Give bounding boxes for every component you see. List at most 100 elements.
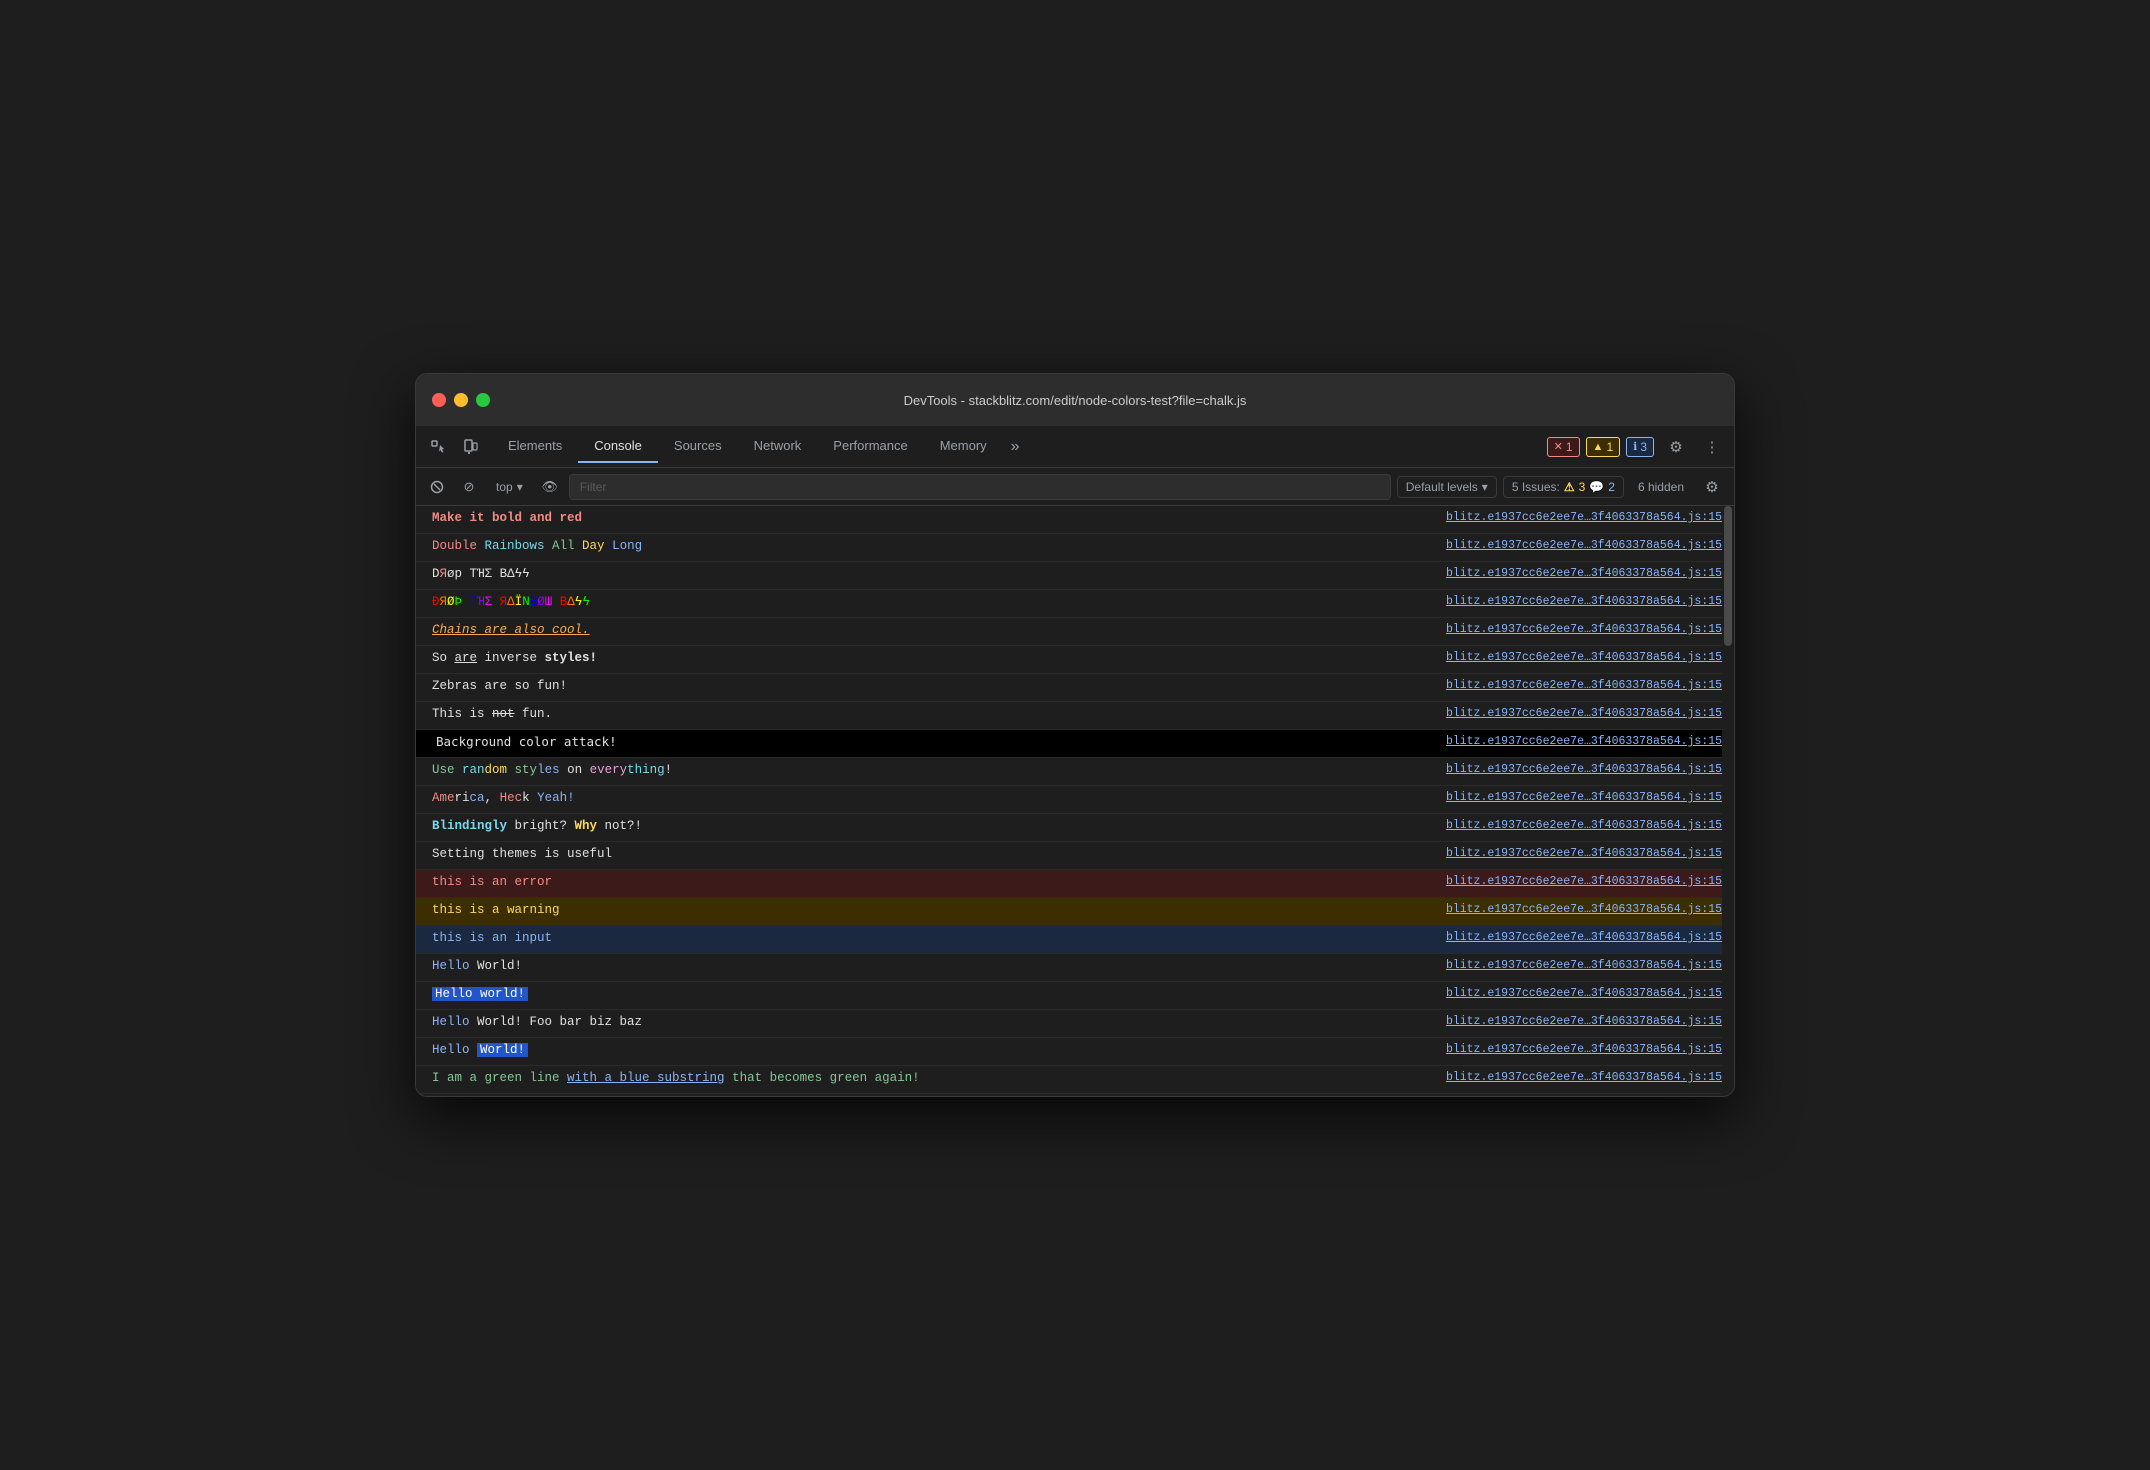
levels-label: Default levels [1406, 480, 1478, 494]
log-message: Hello World! Foo bar biz baz [432, 1013, 1430, 1032]
log-row: Hello world! blitz.e1937cc6e2ee7e…3f4063… [416, 982, 1734, 1010]
error-badge[interactable]: ✕ 1 [1547, 437, 1580, 457]
log-message: Zebras are so fun! [432, 677, 1430, 696]
log-source[interactable]: blitz.e1937cc6e2ee7e…3f4063378a564.js:15 [1446, 929, 1722, 946]
log-source[interactable]: blitz.e1937cc6e2ee7e…3f4063378a564.js:15 [1446, 509, 1722, 526]
log-row: blitz.e1937cc6e2ee7e…3f4063378a564.js:15 [416, 1094, 1734, 1096]
context-selector[interactable]: top ▾ [488, 477, 531, 497]
more-options-button[interactable]: ⋮ [1698, 433, 1726, 461]
log-source[interactable]: blitz.e1937cc6e2ee7e…3f4063378a564.js:15 [1446, 621, 1722, 638]
console-output[interactable]: Make it bold and red blitz.e1937cc6e2ee7… [416, 506, 1734, 1096]
traffic-lights [432, 393, 490, 407]
tab-icon-group [424, 433, 484, 461]
log-source[interactable]: blitz.e1937cc6e2ee7e…3f4063378a564.js:15 [1446, 565, 1722, 582]
tab-console[interactable]: Console [578, 430, 658, 463]
log-source[interactable]: blitz.e1937cc6e2ee7e…3f4063378a564.js:15 [1446, 1013, 1722, 1030]
tab-right-group: ✕ 1 ▲ 1 ℹ 3 ⚙ ⋮ [1547, 433, 1726, 461]
log-row: I am a green line with a blue substring … [416, 1066, 1734, 1094]
log-source[interactable]: blitz.e1937cc6e2ee7e…3f4063378a564.js:15 [1446, 733, 1722, 750]
log-source[interactable]: blitz.e1937cc6e2ee7e…3f4063378a564.js:15 [1446, 845, 1722, 862]
log-message: this is an error [432, 873, 1430, 892]
window-title: DevTools - stackblitz.com/edit/node-colo… [904, 393, 1247, 408]
log-message: I am a green line with a blue substring … [432, 1069, 1430, 1088]
log-source[interactable]: blitz.e1937cc6e2ee7e…3f4063378a564.js:15 [1446, 705, 1722, 722]
warning-badge[interactable]: ▲ 1 [1586, 437, 1621, 457]
log-source[interactable]: blitz.e1937cc6e2ee7e…3f4063378a564.js:15 [1446, 537, 1722, 554]
log-message: this is an input [432, 929, 1430, 948]
clear-console-button[interactable] [424, 474, 450, 500]
issues-info-icon: 💬 [1589, 480, 1604, 494]
log-message: America, Heck Yeah! [432, 789, 1430, 808]
log-message: Background color attack! [432, 733, 1430, 753]
log-source[interactable]: blitz.e1937cc6e2ee7e…3f4063378a564.js:15 [1446, 761, 1722, 778]
close-button[interactable] [432, 393, 446, 407]
tab-network[interactable]: Network [738, 430, 818, 463]
log-source[interactable]: blitz.e1937cc6e2ee7e…3f4063378a564.js:15 [1446, 789, 1722, 806]
levels-chevron: ▾ [1482, 480, 1488, 494]
tab-elements[interactable]: Elements [492, 430, 578, 463]
log-source[interactable]: blitz.e1937cc6e2ee7e…3f4063378a564.js:15 [1446, 985, 1722, 1002]
log-message: Hello World! [432, 1041, 1430, 1060]
maximize-button[interactable] [476, 393, 490, 407]
context-chevron: ▾ [517, 480, 523, 494]
inspect-element-button[interactable] [424, 433, 452, 461]
log-row: DЯøp ΤΉΣ ВΔϟϟ blitz.e1937cc6e2ee7e…3f406… [416, 562, 1734, 590]
eye-button[interactable]: 👁 [537, 474, 563, 500]
title-bar: DevTools - stackblitz.com/edit/node-colo… [416, 374, 1734, 426]
log-row: America, Heck Yeah! blitz.e1937cc6e2ee7e… [416, 786, 1734, 814]
devtools-tab-bar: Elements Console Sources Network Perform… [416, 426, 1734, 468]
context-label: top [496, 480, 513, 494]
log-row: Blindingly bright? Why not?! blitz.e1937… [416, 814, 1734, 842]
scrollbar-track [1722, 506, 1734, 1096]
log-source[interactable]: blitz.e1937cc6e2ee7e…3f4063378a564.js:15 [1446, 1041, 1722, 1058]
log-source[interactable]: blitz.e1937cc6e2ee7e…3f4063378a564.js:15 [1446, 677, 1722, 694]
more-tabs-button[interactable]: » [1003, 434, 1028, 460]
error-count: 1 [1566, 440, 1573, 454]
log-row: Hello World! blitz.e1937cc6e2ee7e…3f4063… [416, 1038, 1734, 1066]
log-source[interactable]: blitz.e1937cc6e2ee7e…3f4063378a564.js:15 [1446, 901, 1722, 918]
log-row: Make it bold and red blitz.e1937cc6e2ee7… [416, 506, 1734, 534]
log-message: This is not fun. [432, 705, 1430, 724]
log-message: Double Rainbows All Day Long [432, 537, 1430, 556]
issues-badge[interactable]: 5 Issues: ⚠ 3 💬 2 [1503, 476, 1624, 498]
tab-performance[interactable]: Performance [817, 430, 923, 463]
log-source[interactable]: blitz.e1937cc6e2ee7e…3f4063378a564.js:15 [1446, 649, 1722, 666]
log-source[interactable]: blitz.e1937cc6e2ee7e…3f4063378a564.js:15 [1446, 817, 1722, 834]
info-badge[interactable]: ℹ 3 [1626, 437, 1654, 457]
minimize-button[interactable] [454, 393, 468, 407]
log-row: ÐЯØÞ ΤΉΣ ЯΔÏΝΒØШ ВΔϟϟ blitz.e1937cc6e2ee… [416, 590, 1734, 618]
log-source[interactable]: blitz.e1937cc6e2ee7e…3f4063378a564.js:15 [1446, 957, 1722, 974]
devtools-window: DevTools - stackblitz.com/edit/node-colo… [415, 373, 1735, 1097]
log-row: Use random styles on everything! blitz.e… [416, 758, 1734, 786]
log-message: ÐЯØÞ ΤΉΣ ЯΔÏΝΒØШ ВΔϟϟ [432, 593, 1430, 612]
log-row-info: this is an input blitz.e1937cc6e2ee7e…3f… [416, 926, 1734, 954]
scrollbar-thumb[interactable] [1724, 506, 1732, 646]
issues-info-count: 2 [1608, 480, 1615, 494]
issues-label: 5 Issues: [1512, 480, 1560, 494]
device-toolbar-button[interactable] [456, 433, 484, 461]
log-source[interactable]: blitz.e1937cc6e2ee7e…3f4063378a564.js:15 [1446, 873, 1722, 890]
log-message: So are inverse styles! [432, 649, 1430, 668]
log-source[interactable]: blitz.e1937cc6e2ee7e…3f4063378a564.js:15 [1446, 1069, 1722, 1086]
log-message: Setting themes is useful [432, 845, 1430, 864]
log-row: Chains are also cool. blitz.e1937cc6e2ee… [416, 618, 1734, 646]
log-message: Hello World! [432, 957, 1430, 976]
log-source[interactable]: blitz.e1937cc6e2ee7e…3f4063378a564.js:15 [1446, 593, 1722, 610]
tab-memory[interactable]: Memory [924, 430, 1003, 463]
settings-button[interactable]: ⚙ [1662, 433, 1690, 461]
log-message: Hello world! [432, 985, 1430, 1004]
log-message: this is a warning [432, 901, 1430, 920]
log-row: Setting themes is useful blitz.e1937cc6e… [416, 842, 1734, 870]
log-levels-selector[interactable]: Default levels ▾ [1397, 476, 1497, 498]
log-row: Hello World! Foo bar biz baz blitz.e1937… [416, 1010, 1734, 1038]
issues-warn-icon: ⚠ [1564, 480, 1575, 494]
log-row: Double Rainbows All Day Long blitz.e1937… [416, 534, 1734, 562]
badge-group: ✕ 1 ▲ 1 ℹ 3 [1547, 437, 1654, 457]
filter-input[interactable] [569, 474, 1391, 500]
tab-sources[interactable]: Sources [658, 430, 738, 463]
log-row-warn: this is a warning blitz.e1937cc6e2ee7e…3… [416, 898, 1734, 926]
block-button[interactable]: ⊘ [456, 474, 482, 500]
console-settings-button[interactable]: ⚙ [1698, 473, 1726, 501]
log-message: Use random styles on everything! [432, 761, 1430, 780]
log-row: Background color attack! blitz.e1937cc6e… [416, 730, 1734, 758]
